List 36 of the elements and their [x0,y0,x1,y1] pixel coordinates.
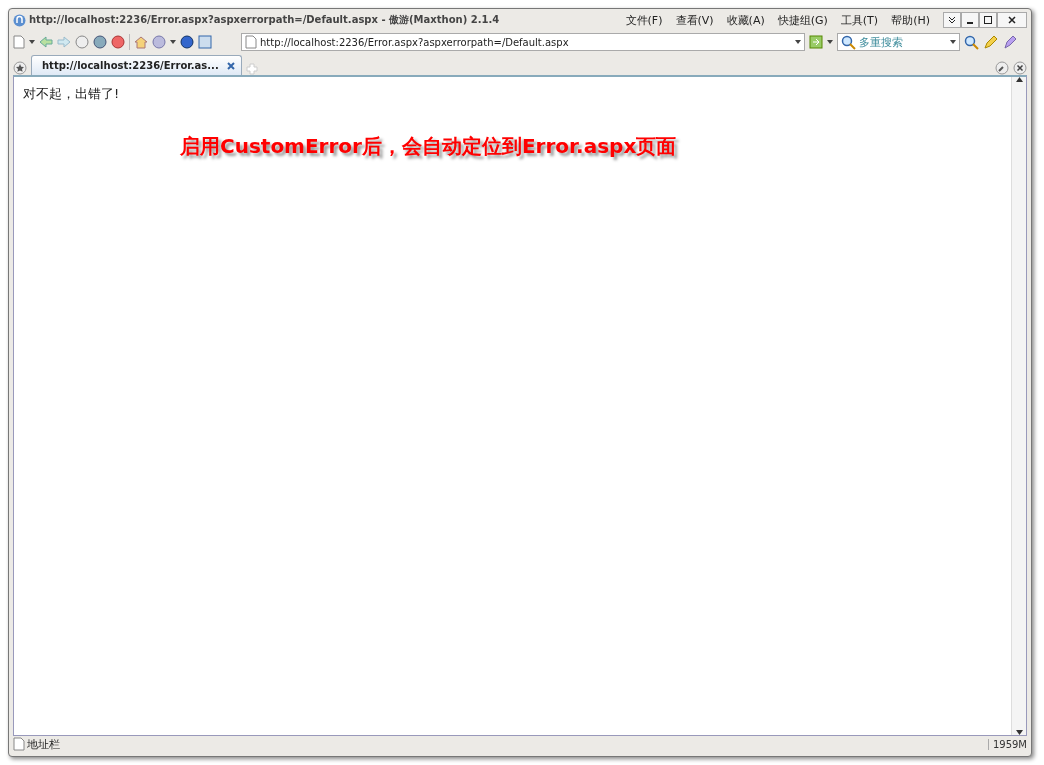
tab[interactable]: http://localhost:2236/Error.as... [31,55,242,75]
menu-item[interactable]: 查看(V) [675,12,714,28]
error-message: 对不起，出错了! [23,85,121,103]
menu-item[interactable]: 收藏(A) [726,12,765,28]
caret-icon[interactable] [827,40,833,44]
star-icon[interactable] [13,61,27,75]
pen-icon[interactable] [983,34,998,50]
search-engine-icon [841,34,856,50]
search-icon[interactable] [964,34,979,50]
memory-usage: 1959M [987,738,1027,750]
scrollbar[interactable] [1011,77,1026,735]
maximize-button[interactable] [979,12,997,28]
search-field[interactable]: 多重搜索 [837,33,960,51]
menu-item[interactable]: 工具(T) [840,12,879,28]
menu-item[interactable]: 帮助(H) [891,12,930,28]
maximize-icon [984,16,992,24]
brush-icon[interactable] [1002,34,1017,50]
caret-icon[interactable] [795,40,801,44]
scroll-up-icon[interactable] [1015,77,1023,82]
minimize-button[interactable] [961,12,979,28]
scroll-down-icon[interactable] [1015,730,1023,735]
address-field[interactable]: http://localhost:2236/Error.aspx?aspxerrorpath=/Default.aspx [241,33,805,51]
page-icon [245,35,257,49]
chevron-button[interactable] [943,12,961,28]
window-title: http://localhost:2236/Error.aspx?aspxerrorpath=/Default.aspx - 傲游(Maxthon) 2.1.4 [29,13,500,27]
status-text: 地址栏 [27,736,60,752]
double-chevron-icon [948,16,956,24]
menu-item[interactable]: 文件(F) [625,12,663,28]
menu-item[interactable]: 快捷组(G) [777,12,828,28]
caret-icon[interactable] [170,40,176,44]
close-button[interactable] [997,12,1027,28]
browser-logo-icon [13,13,26,27]
annotation-text: 启用CustomError后，会自动定位到Error.aspx页面 [180,133,678,160]
close-tab-icon[interactable] [226,61,235,70]
caret-icon[interactable] [29,40,35,44]
caret-icon[interactable] [950,40,956,44]
